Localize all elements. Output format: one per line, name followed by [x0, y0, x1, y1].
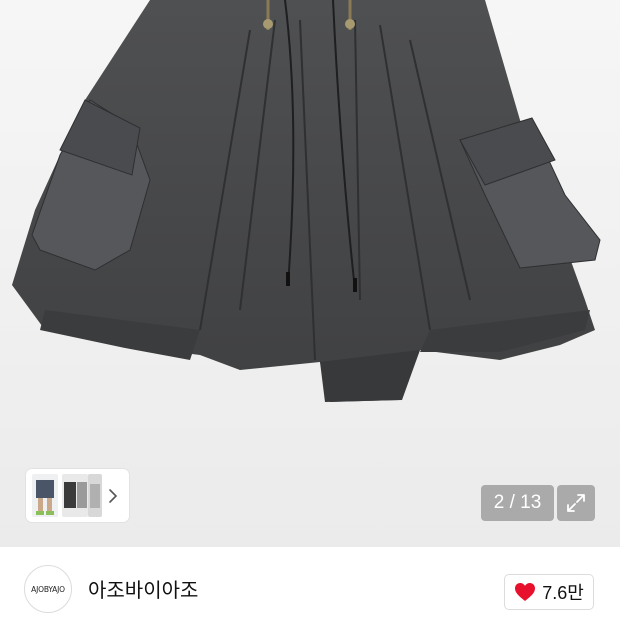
image-counter: 2 / 13 — [481, 485, 554, 521]
expand-icon — [567, 494, 585, 512]
seller-logo[interactable]: AJOBYAJO — [24, 565, 72, 613]
product-image-gallery[interactable]: 2 / 13 — [0, 0, 620, 547]
expand-image-button[interactable] — [557, 485, 595, 521]
thumbnail-image-1[interactable] — [32, 474, 58, 517]
like-count: 7.6만 — [542, 583, 584, 603]
like-button[interactable]: 7.6만 — [504, 574, 594, 610]
product-photo-cargo-shorts — [12, 0, 601, 402]
thumbnail-image-3[interactable] — [88, 474, 102, 517]
thumbnail-image-2[interactable] — [62, 474, 88, 517]
heart-icon — [515, 583, 536, 601]
seller-logo-text: AJOBYAJO — [31, 584, 65, 594]
seller-name[interactable]: 아조바이아조 — [88, 577, 198, 603]
chevron-right-icon[interactable] — [105, 486, 121, 506]
thumbnail-strip[interactable] — [26, 469, 129, 522]
